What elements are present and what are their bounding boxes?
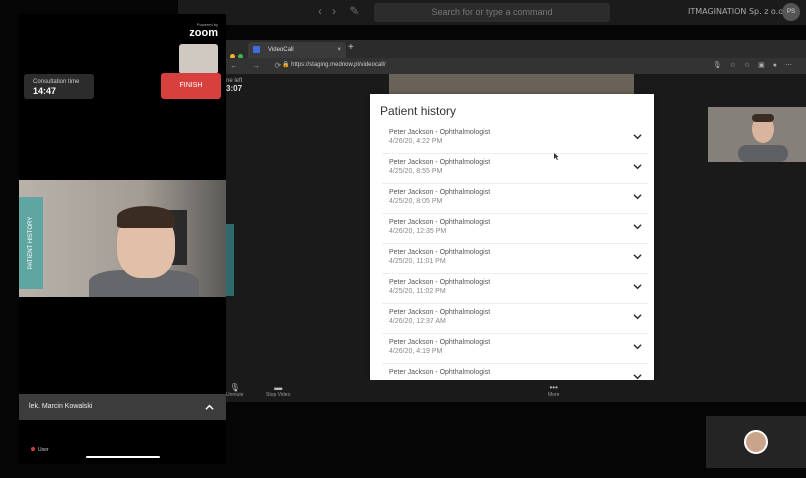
- time-left: ne left 3:07: [226, 78, 242, 93]
- microphone-icon: 🎙: [229, 383, 240, 392]
- history-list: Peter Jackson - Ophthalmologist 4/26/20,…: [382, 124, 648, 380]
- camera-icon: ▬: [274, 383, 283, 392]
- more-button[interactable]: ••• More: [548, 383, 559, 398]
- chevron-down-icon[interactable]: [633, 342, 642, 351]
- tab-title: VideoCall: [268, 47, 294, 53]
- chevron-up-icon[interactable]: [205, 403, 214, 412]
- phone-app: Powered by zoom Consultation time 14:47 …: [19, 14, 226, 464]
- history-item[interactable]: Peter Jackson - Ophthalmologist 4/25/20,…: [382, 244, 648, 274]
- unmute-label: Unmute: [226, 392, 244, 398]
- more-dots-icon: •••: [549, 383, 558, 392]
- participant-avatar: [744, 430, 768, 454]
- mouse-cursor-icon: [554, 153, 559, 160]
- patient-history-tab-label: PATIENT HISTORY: [28, 216, 34, 270]
- browser-tab-bar: VideoCall × +: [226, 40, 806, 59]
- history-date: 4/26/20, 4:19 PM: [389, 348, 443, 355]
- chevron-down-icon[interactable]: [633, 162, 642, 171]
- chevron-down-icon[interactable]: [633, 372, 642, 380]
- user-indicator: User: [31, 447, 49, 453]
- doctor-video: [19, 180, 226, 297]
- url-text: https://staging.mednow.pl/videocall/: [291, 62, 386, 68]
- history-item[interactable]: Peter Jackson - Ophthalmologist 4/25/20,…: [382, 274, 648, 304]
- history-doctor: Peter Jackson - Ophthalmologist: [389, 219, 491, 226]
- browser-nav-buttons[interactable]: ← → ⟳: [230, 61, 287, 70]
- zoom-controls: 🎙 Unmute ▬ Stop Video ••• More: [226, 380, 806, 402]
- consultation-time-value: 14:47: [33, 86, 57, 96]
- zoom-toolbar: ‹ › ✎ Search for or type a command ITMAG…: [178, 0, 806, 25]
- panel-edge: [226, 224, 234, 296]
- nav-arrows[interactable]: ‹ › ✎: [318, 4, 359, 18]
- browser-tab[interactable]: VideoCall ×: [248, 42, 346, 58]
- history-item[interactable]: Peter Jackson - Ophthalmologist 4/26/20,…: [382, 304, 648, 334]
- history-doctor: Peter Jackson - Ophthalmologist: [389, 159, 491, 166]
- chevron-down-icon[interactable]: [633, 282, 642, 291]
- phone-self-video: [179, 44, 218, 74]
- history-doctor: Peter Jackson - Ophthalmologist: [389, 309, 491, 316]
- home-indicator: [86, 456, 160, 458]
- history-item[interactable]: Peter Jackson - Ophthalmologist 4/25/20,…: [382, 154, 648, 184]
- history-doctor: Peter Jackson - Ophthalmologist: [389, 279, 491, 286]
- chevron-down-icon[interactable]: [633, 222, 642, 231]
- close-tab-icon[interactable]: ×: [337, 42, 341, 58]
- zoom-logo-text: zoom: [189, 27, 218, 39]
- consultation-time-label: Consultation time: [33, 79, 80, 85]
- org-name[interactable]: ITMAGINATION Sp. z o.o.: [688, 7, 786, 16]
- history-date: 4/25/20, 8:55 PM: [389, 168, 443, 175]
- history-doctor: Peter Jackson - Ophthalmologist: [389, 369, 491, 376]
- user-avatar[interactable]: PS: [782, 3, 800, 21]
- finish-button[interactable]: FINISH: [161, 73, 221, 99]
- history-date: 4/26/20, 12:35 PM: [389, 228, 447, 235]
- patient-history-tab[interactable]: PATIENT HISTORY: [19, 197, 43, 289]
- history-doctor: Peter Jackson - Ophthalmologist: [389, 129, 491, 136]
- chevron-down-icon[interactable]: [633, 132, 642, 141]
- history-date: 4/25/20, 11:01 PM: [389, 258, 446, 265]
- modal-title: Patient history: [380, 104, 457, 118]
- chevron-down-icon[interactable]: [633, 192, 642, 201]
- history-item[interactable]: Peter Jackson - Ophthalmologist 4/26/20,…: [382, 334, 648, 364]
- participant-thumbnail[interactable]: [706, 416, 806, 468]
- muted-mic-icon: [31, 447, 35, 451]
- history-item[interactable]: Peter Jackson - Ophthalmologist: [382, 364, 648, 380]
- history-date: 4/26/20, 12:37 AM: [389, 318, 446, 325]
- consultation-time: Consultation time 14:47: [24, 74, 94, 99]
- browser-toolbar-icons[interactable]: 🎙☆☆▣●⋯: [713, 61, 800, 69]
- more-label: More: [548, 392, 560, 398]
- new-tab-icon[interactable]: +: [348, 42, 354, 53]
- remote-video: [389, 74, 634, 96]
- chevron-down-icon[interactable]: [633, 312, 642, 321]
- stop-video-button[interactable]: ▬ Stop Video: [266, 383, 290, 398]
- url-field[interactable]: 🔒 https://staging.mednow.pl/videocall/: [282, 61, 386, 68]
- history-item[interactable]: Peter Jackson - Ophthalmologist 4/25/20,…: [382, 184, 648, 214]
- history-item[interactable]: Peter Jackson - Ophthalmologist 4/26/20,…: [382, 214, 648, 244]
- person-video-image: [708, 107, 806, 162]
- command-search-input[interactable]: Search for or type a command: [374, 3, 610, 22]
- history-item[interactable]: Peter Jackson - Ophthalmologist 4/26/20,…: [382, 124, 648, 154]
- doctor-name: lek. Marcin Kowalski: [29, 403, 93, 410]
- time-left-value: 3:07: [226, 84, 243, 93]
- favicon-icon: [253, 46, 260, 53]
- screen: ‹ › ✎ Search for or type a command ITMAG…: [0, 0, 806, 478]
- history-doctor: Peter Jackson - Ophthalmologist: [389, 249, 491, 256]
- stop-video-label: Stop Video: [266, 392, 291, 398]
- history-date: 4/26/20, 4:22 PM: [389, 138, 443, 145]
- patient-history-modal: Patient history Peter Jackson - Ophthalm…: [370, 94, 654, 380]
- zoom-logo: Powered by zoom: [189, 22, 218, 39]
- self-video-thumbnail: [708, 107, 806, 162]
- unmute-button[interactable]: 🎙 Unmute: [226, 383, 244, 398]
- chevron-down-icon[interactable]: [633, 252, 642, 261]
- history-doctor: Peter Jackson - Ophthalmologist: [389, 189, 491, 196]
- history-date: 4/25/20, 11:02 PM: [389, 288, 446, 295]
- history-doctor: Peter Jackson - Ophthalmologist: [389, 339, 491, 346]
- address-bar: ← → ⟳ 🔒 https://staging.mednow.pl/videoc…: [226, 58, 806, 74]
- history-date: 4/25/20, 8:05 PM: [389, 198, 443, 205]
- user-label: User: [38, 447, 49, 453]
- doctor-name-bar[interactable]: lek. Marcin Kowalski: [19, 394, 226, 420]
